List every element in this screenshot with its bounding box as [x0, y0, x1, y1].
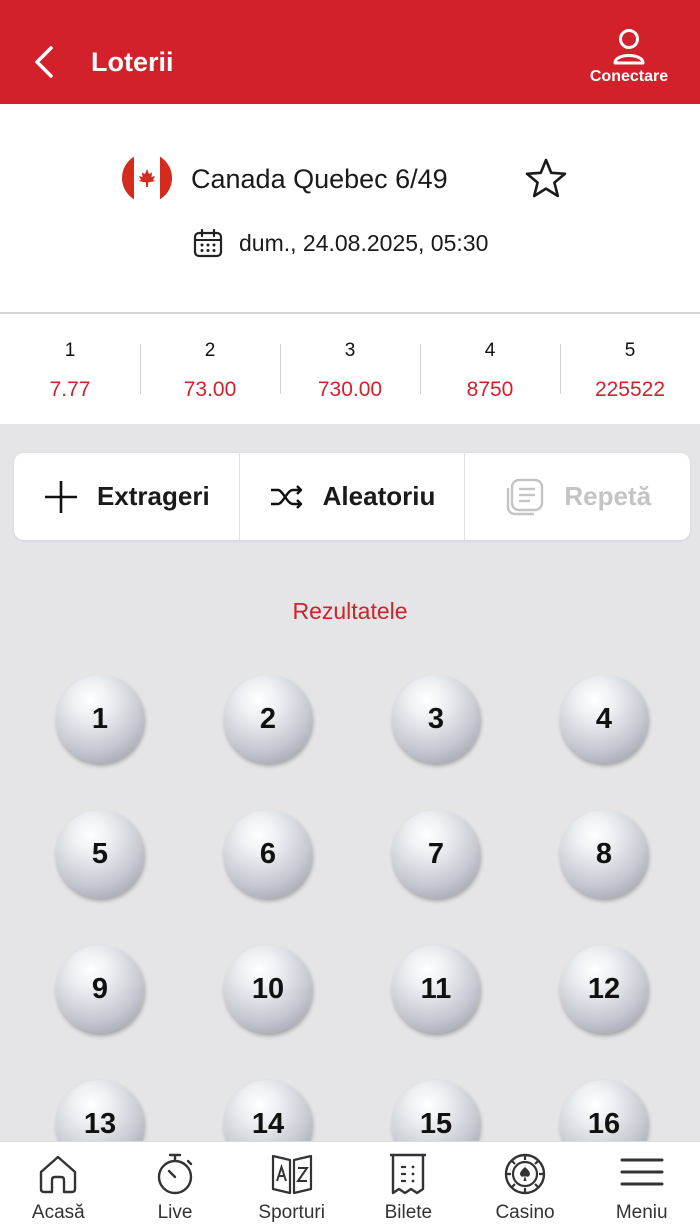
nav-label: Bilete [384, 1202, 433, 1223]
odds-value: 7.77 [49, 378, 91, 401]
nav-home[interactable]: Acasă [0, 1142, 117, 1231]
odds-hits: 4 [484, 340, 496, 361]
odds-value: 225522 [594, 378, 666, 401]
odds-hits: 2 [204, 340, 216, 361]
odds-value: 8750 [466, 378, 514, 401]
user-icon [613, 29, 645, 65]
ball-grid: 1 2 3 4 5 6 7 8 9 10 11 12 13 14 15 16 [0, 675, 700, 1141]
ball-2[interactable]: 2 [224, 675, 312, 763]
casino-chip-icon [504, 1153, 546, 1195]
odds-cell: 2 73.00 [140, 314, 280, 424]
nav-casino[interactable]: Casino [467, 1142, 584, 1231]
ball-9[interactable]: 9 [56, 945, 144, 1033]
nav-tickets[interactable]: Bilete [350, 1142, 467, 1231]
canada-flag-icon [122, 153, 172, 203]
ball-6[interactable]: 6 [224, 810, 312, 898]
repeat-button[interactable]: Repetă [464, 453, 690, 540]
page-title: Loterii [91, 47, 174, 77]
nav-sports[interactable]: Sporturi [233, 1142, 350, 1231]
ball-10[interactable]: 10 [224, 945, 312, 1033]
ball-8[interactable]: 8 [560, 810, 648, 898]
ball-14[interactable]: 14 [224, 1080, 312, 1141]
odds-cell: 3 730.00 [280, 314, 420, 424]
app-header: Loterii Conectare [0, 0, 700, 104]
odds-hits: 1 [64, 340, 76, 361]
nav-label: Acasă [31, 1202, 85, 1223]
random-button[interactable]: Aleatoriu [238, 453, 465, 540]
ball-13[interactable]: 13 [56, 1080, 144, 1141]
draw-date: dum., 24.08.2025, 05:30 [193, 228, 488, 258]
shuffle-icon [270, 484, 302, 509]
home-icon [40, 1155, 77, 1194]
stopwatch-icon [157, 1153, 193, 1195]
ball-5[interactable]: 5 [56, 810, 144, 898]
odds-table: 1 7.77 2 73.00 3 730.00 4 8750 5 225522 [0, 312, 700, 424]
nav-label: Sporturi [258, 1202, 325, 1223]
repeat-label: Repetă [564, 481, 652, 511]
nav-menu[interactable]: Meniu [583, 1142, 700, 1231]
odds-cell: 5 225522 [560, 314, 700, 424]
plus-icon [44, 480, 77, 513]
back-arrow-icon [35, 46, 53, 78]
random-label: Aleatoriu [322, 481, 436, 511]
hamburger-icon [620, 1158, 664, 1186]
nav-label: Casino [495, 1202, 555, 1223]
nav-live[interactable]: Live [117, 1142, 234, 1231]
ball-1[interactable]: 1 [56, 675, 144, 763]
repeat-ticket-icon [507, 478, 544, 515]
star-icon [525, 158, 567, 198]
odds-cell: 4 8750 [420, 314, 560, 424]
ball-3[interactable]: 3 [392, 675, 480, 763]
ticket-icon [390, 1153, 427, 1195]
draw-date-text: dum., 24.08.2025, 05:30 [239, 229, 489, 256]
ball-11[interactable]: 11 [392, 945, 480, 1033]
login-button[interactable]: Conectare [570, 28, 688, 86]
ball-4[interactable]: 4 [560, 675, 648, 763]
draws-label: Extrageri [96, 481, 210, 511]
action-bar: Extrageri Aleatoriu Repetă [14, 453, 690, 540]
odds-value: 730.00 [317, 378, 383, 401]
nav-label: Meniu [615, 1202, 668, 1223]
odds-hits: 3 [344, 340, 356, 361]
odds-hits: 5 [624, 340, 636, 361]
odds-value: 73.00 [183, 378, 237, 401]
lottery-info: Canada Quebec 6/49 dum., 24.08.2025, 05:… [0, 104, 700, 312]
results-title: Rezultatele [292, 598, 408, 624]
ball-12[interactable]: 12 [560, 945, 648, 1033]
back-button[interactable] [24, 34, 64, 90]
favorite-button[interactable] [524, 156, 568, 200]
ball-7[interactable]: 7 [392, 810, 480, 898]
ball-15[interactable]: 15 [392, 1080, 480, 1141]
bottom-nav: Acasă Live Sporturi Bilete Casino Meniu [0, 1141, 700, 1231]
login-label: Conectare [589, 68, 669, 85]
ball-16[interactable]: 16 [560, 1080, 648, 1141]
odds-cell: 1 7.77 [0, 314, 140, 424]
nav-label: Live [157, 1202, 193, 1223]
lottery-name: Canada Quebec 6/49 [191, 164, 448, 194]
draws-button[interactable]: Extrageri [14, 453, 239, 540]
calendar-icon [193, 228, 223, 258]
az-icon [271, 1154, 312, 1195]
